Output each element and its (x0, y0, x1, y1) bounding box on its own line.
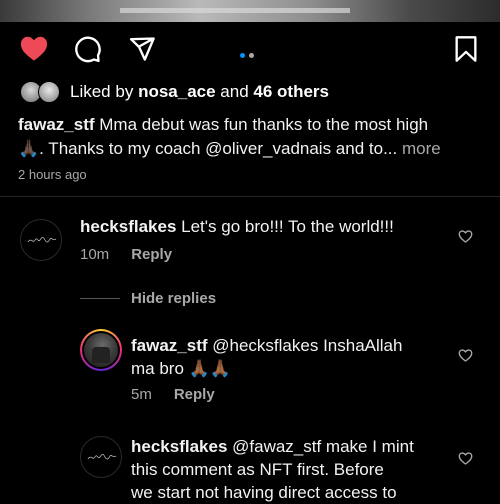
divider (0, 196, 500, 197)
save-bookmark-icon[interactable] (454, 35, 478, 68)
reply-body: @hecksflakes InshaAllah (212, 336, 403, 355)
caption-text: Mma debut was fun thanks to the most hig… (99, 115, 429, 134)
hide-replies-button[interactable]: Hide replies (131, 290, 216, 307)
like-heart-icon[interactable] (19, 34, 49, 67)
comment-username[interactable]: hecksflakes (80, 217, 176, 236)
reply-body-line2: ma bro 🙏🏾🙏🏾 (131, 359, 231, 378)
carousel-dot-active (240, 53, 245, 58)
reply-meta: 5m Reply (131, 386, 215, 403)
reply-text: fawaz_stf @hecksflakes InshaAllah ma bro… (131, 334, 451, 380)
more-link[interactable]: more (402, 139, 441, 158)
avatar-story-ring[interactable] (80, 329, 122, 371)
liked-by-label: Liked by (70, 82, 134, 101)
hide-replies-line (80, 298, 120, 299)
reply-body: @fawaz_stf make I mint (232, 437, 414, 456)
signature-logo-icon (87, 453, 117, 460)
post-timestamp: 2 hours ago (18, 167, 87, 182)
reply-username[interactable]: hecksflakes (131, 437, 227, 456)
avatar[interactable] (80, 436, 122, 478)
post-caption: fawaz_stf Mma debut was fun thanks to th… (18, 113, 488, 161)
share-icon[interactable] (128, 35, 156, 68)
caption-ellipsis: ... (383, 139, 398, 158)
reply-body-line3: we start not having direct access to (131, 483, 397, 502)
comment-icon[interactable] (74, 35, 102, 68)
reply-text: hecksflakes @fawaz_stf make I mint this … (131, 435, 451, 504)
reply-button[interactable]: Reply (131, 246, 172, 263)
caption-username[interactable]: fawaz_stf (18, 115, 95, 134)
liked-by-username[interactable]: nosa_ace (138, 82, 216, 101)
post-image[interactable] (0, 0, 500, 22)
comment-like-icon[interactable] (458, 348, 473, 367)
liked-by-others[interactable]: 46 others (253, 82, 329, 101)
avatar (38, 81, 60, 103)
comment-meta: 10m Reply (80, 246, 172, 263)
avatar[interactable] (20, 219, 62, 261)
reply-username[interactable]: fawaz_stf (131, 336, 208, 355)
reply-time: 5m (131, 386, 152, 403)
carousel-dot (249, 53, 254, 58)
comment-like-icon[interactable] (458, 229, 473, 248)
likes-summary[interactable]: Liked by nosa_ace and 46 others (20, 80, 329, 104)
signature-logo-icon (27, 236, 57, 243)
avatar-ring-inner (82, 331, 120, 369)
reply-button[interactable]: Reply (174, 386, 215, 403)
reply-body-line2: this comment as NFT first. Before (131, 460, 384, 479)
liked-by-and: and (220, 82, 249, 101)
carousel-indicator (240, 45, 258, 63)
caption-text-line2: . Thanks to my coach @oliver_vadnais and… (39, 139, 384, 158)
avatar (84, 333, 118, 367)
liker-avatars (20, 81, 62, 103)
comment-like-icon[interactable] (458, 451, 473, 470)
caption-emoji: 🙏🏿 (18, 139, 40, 158)
likes-text[interactable]: Liked by nosa_ace and 46 others (70, 82, 329, 102)
comment-time: 10m (80, 246, 110, 263)
comment-text: hecksflakes Let's go bro!!! To the world… (80, 215, 450, 238)
comment-body: Let's go bro!!! To the world!!! (181, 217, 394, 236)
